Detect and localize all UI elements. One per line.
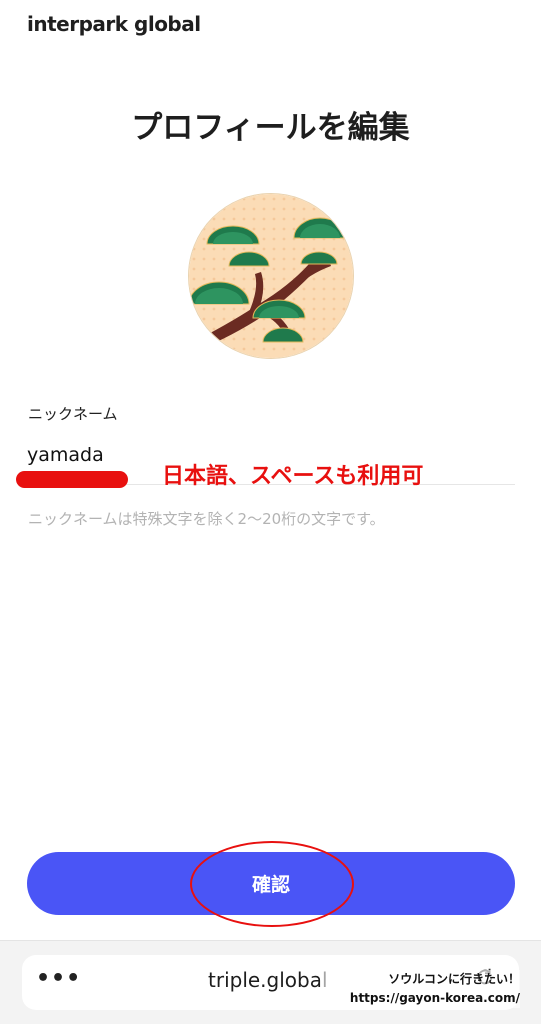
more-dots-icon[interactable]: ••• [36, 966, 81, 991]
pine-tree-avatar-icon [189, 194, 353, 358]
annotation-underline [16, 471, 128, 488]
watermark-line1: ソウルコンに行きたい！ [320, 970, 520, 989]
annotation-text: 日本語、スペースも利用可 [162, 464, 424, 489]
brand-logo: interpark global [27, 12, 201, 36]
watermark: ソウルコンに行きたい！ https://gayon-korea.com/ [320, 970, 520, 1008]
page-title: プロフィールを編集 [131, 110, 410, 146]
watermark-line2: https://gayon-korea.com/ [320, 989, 520, 1008]
nickname-helper-text: ニックネームは特殊文字を除く2〜20桁の文字です。 [28, 510, 385, 528]
url-text[interactable]: triple.global [208, 968, 328, 992]
profile-edit-screen: interpark global プロフィールを編集 ニックネーム yamada… [0, 0, 541, 1024]
confirm-button[interactable]: 確認 [27, 852, 515, 915]
nickname-label: ニックネーム [28, 405, 118, 423]
profile-avatar[interactable] [188, 193, 354, 359]
